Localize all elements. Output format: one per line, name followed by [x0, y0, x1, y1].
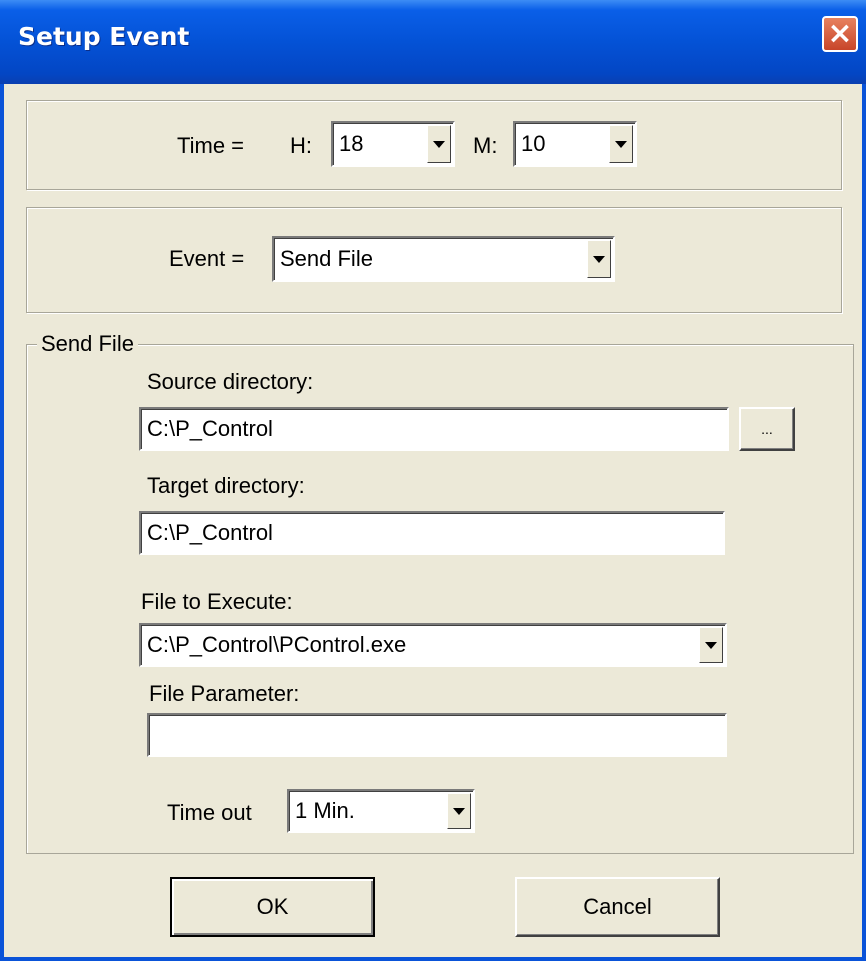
- source-directory-label: Source directory:: [147, 369, 314, 394]
- close-icon: ×: [827, 16, 853, 51]
- cancel-button[interactable]: Cancel: [515, 877, 720, 937]
- file-to-execute-value: C:\P_Control\PControl.exe: [147, 632, 407, 657]
- ok-button-label: OK: [256, 894, 289, 919]
- hour-select[interactable]: 18: [331, 121, 455, 167]
- event-label: Event =: [169, 246, 245, 271]
- chevron-down-icon[interactable]: [447, 793, 471, 829]
- hour-value: 18: [339, 131, 364, 156]
- setup-event-dialog: Setup Event × Time = H: 18 M: 10 Event =…: [0, 0, 866, 961]
- title-bar[interactable]: Setup Event ×: [0, 0, 866, 84]
- target-directory-value: C:\P_Control: [147, 520, 273, 545]
- chevron-down-icon[interactable]: [427, 125, 451, 163]
- source-directory-input[interactable]: C:\P_Control: [139, 407, 729, 451]
- file-to-execute-select[interactable]: C:\P_Control\PControl.exe: [139, 623, 727, 667]
- send-file-group-label: Send File: [37, 331, 138, 357]
- time-label: Time =: [177, 133, 245, 158]
- time-out-select[interactable]: 1 Min.: [287, 789, 475, 833]
- source-directory-value: C:\P_Control: [147, 416, 273, 441]
- file-parameter-label: File Parameter:: [149, 681, 300, 706]
- file-to-execute-label: File to Execute:: [141, 589, 293, 614]
- target-directory-input[interactable]: C:\P_Control: [139, 511, 725, 555]
- hour-label: H:: [290, 133, 312, 158]
- event-panel: Event = Send File: [26, 207, 842, 313]
- browse-label: ...: [761, 421, 773, 437]
- minute-label: M:: [473, 133, 498, 158]
- send-file-group: Send File Source directory: C:\P_Control…: [26, 331, 854, 854]
- target-directory-label: Target directory:: [147, 473, 305, 498]
- chevron-down-icon[interactable]: [699, 627, 723, 663]
- event-value: Send File: [280, 246, 373, 271]
- chevron-down-icon[interactable]: [587, 240, 611, 278]
- time-out-value: 1 Min.: [295, 798, 355, 823]
- minute-select[interactable]: 10: [513, 121, 637, 167]
- time-out-label: Time out: [167, 800, 252, 825]
- event-select[interactable]: Send File: [272, 236, 615, 282]
- window-title: Setup Event: [18, 22, 190, 51]
- time-panel: Time = H: 18 M: 10: [26, 100, 842, 190]
- browse-button[interactable]: ...: [739, 407, 795, 451]
- close-button[interactable]: ×: [822, 16, 858, 52]
- chevron-down-icon[interactable]: [609, 125, 633, 163]
- file-parameter-input[interactable]: [147, 713, 727, 757]
- cancel-button-label: Cancel: [583, 894, 652, 919]
- ok-button[interactable]: OK: [170, 877, 375, 937]
- minute-value: 10: [521, 131, 546, 156]
